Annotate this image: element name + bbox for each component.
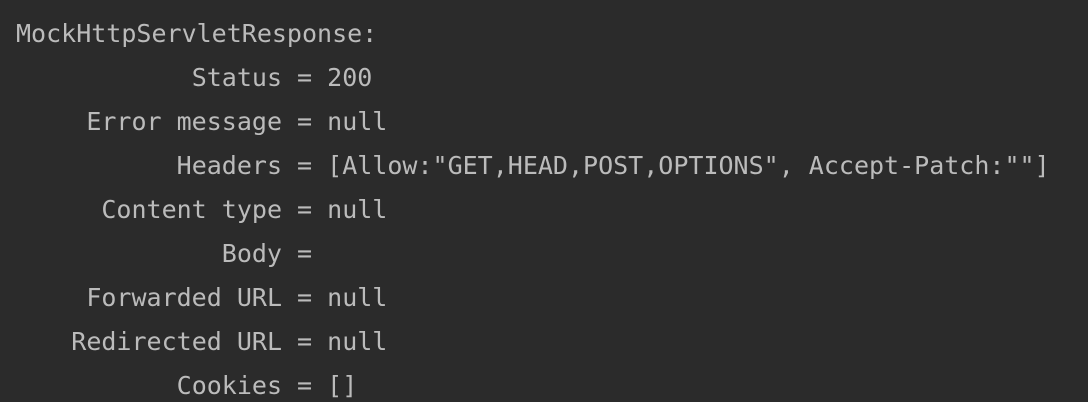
forwarded-url-separator: = <box>282 283 328 312</box>
redirected-url-separator: = <box>282 327 328 356</box>
status-key: Status <box>191 63 282 92</box>
status-value: 200 <box>327 63 373 92</box>
forwarded-url-key: Forwarded URL <box>86 283 282 312</box>
body-key: Body <box>221 239 282 268</box>
cookies-separator: = <box>282 371 328 400</box>
cookies-line: Cookies = [] <box>0 364 1088 402</box>
redirected-url-key: Redirected URL <box>71 327 282 356</box>
headers-line: Headers = [Allow:"GET,HEAD,POST,OPTIONS"… <box>0 144 1088 188</box>
content-type-separator: = <box>282 195 328 224</box>
error-message-line: Error message = null <box>0 100 1088 144</box>
cookies-key: Cookies <box>176 371 282 400</box>
forwarded-url-value: null <box>327 283 388 312</box>
content-type-key: Content type <box>101 195 282 224</box>
console-output: MockHttpServletResponse: Status = 200 Er… <box>0 0 1088 402</box>
cookies-value: [] <box>327 371 358 400</box>
error-message-separator: = <box>282 107 328 136</box>
forwarded-url-line: Forwarded URL = null <box>0 276 1088 320</box>
redirected-url-line: Redirected URL = null <box>0 320 1088 364</box>
redirected-url-value: null <box>327 327 388 356</box>
headers-key: Headers <box>176 151 282 180</box>
headers-separator: = <box>282 151 328 180</box>
content-type-value: null <box>327 195 388 224</box>
error-message-value: null <box>327 107 388 136</box>
body-line: Body = <box>0 232 1088 276</box>
content-type-line: Content type = null <box>0 188 1088 232</box>
error-message-key: Error message <box>86 107 282 136</box>
headers-value: [Allow:"GET,HEAD,POST,OPTIONS", Accept-P… <box>327 151 1050 180</box>
body-separator: = <box>282 239 328 268</box>
status-separator: = <box>282 63 328 92</box>
response-title: MockHttpServletResponse: <box>16 19 378 48</box>
status-line: Status = 200 <box>0 56 1088 100</box>
